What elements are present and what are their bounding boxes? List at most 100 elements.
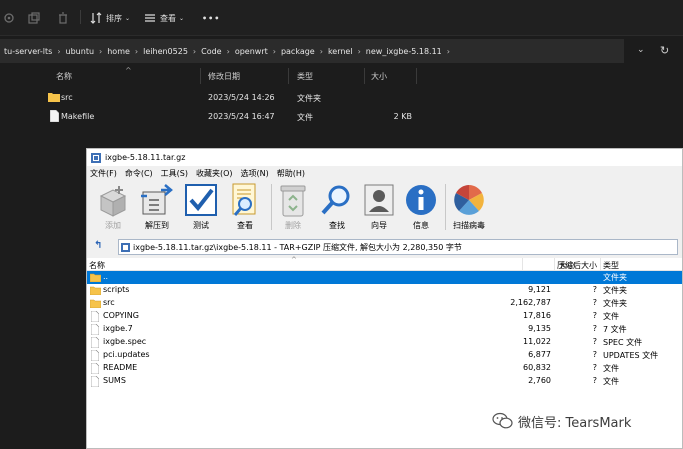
- archive-row[interactable]: COPYING 17,816? 文件: [87, 310, 682, 323]
- trash-icon[interactable]: [56, 10, 70, 26]
- share-icon[interactable]: [2, 10, 16, 26]
- archive-item-size: 2,760: [528, 376, 551, 385]
- info-button[interactable]: 信息: [401, 182, 441, 234]
- view-button[interactable]: 查看 ⌄: [143, 10, 184, 26]
- breadcrumb-separator-icon[interactable]: ›: [227, 47, 230, 56]
- extract-button[interactable]: 解压到: [137, 182, 177, 234]
- archive-row[interactable]: scripts 9,121? 文件夹: [87, 284, 682, 297]
- breadcrumb-item[interactable]: Code: [201, 47, 221, 56]
- column-divider[interactable]: [416, 68, 417, 84]
- test-icon: [185, 184, 217, 216]
- file-type: 文件: [297, 113, 313, 122]
- breadcrumb-item[interactable]: tu-server-lts: [4, 47, 52, 56]
- menu-item[interactable]: 收藏夹(O): [196, 168, 233, 179]
- breadcrumb-separator-icon[interactable]: ›: [193, 47, 196, 56]
- menu-item[interactable]: 命令(C): [125, 168, 153, 179]
- find-button[interactable]: 查找: [317, 182, 357, 234]
- archive-row[interactable]: README 60,832? 文件: [87, 362, 682, 375]
- refresh-icon[interactable]: ↻: [660, 44, 674, 58]
- explorer-column-header: 名称 修改日期 类型 大小: [0, 66, 683, 86]
- extract-label: 解压到: [145, 221, 169, 230]
- archive-path-field[interactable]: ixgbe-5.18.11.tar.gz\ixgbe-5.18.11 - TAR…: [118, 239, 678, 255]
- breadcrumb-item[interactable]: kernel: [328, 47, 353, 56]
- breadcrumb-separator-icon[interactable]: ›: [135, 47, 138, 56]
- copy-icon[interactable]: [27, 10, 41, 26]
- breadcrumb-item[interactable]: ubuntu: [66, 47, 95, 56]
- archive-row[interactable]: pci.updates 6,877? UPDATES 文件: [87, 349, 682, 362]
- column-divider[interactable]: [600, 258, 601, 271]
- column-header-name[interactable]: 名称: [89, 260, 105, 271]
- breadcrumb-separator-icon[interactable]: ›: [273, 47, 276, 56]
- info-icon: [406, 185, 436, 215]
- chevron-down-icon: ⌄: [125, 14, 131, 22]
- menu-item[interactable]: 选项(N): [241, 168, 269, 179]
- archive-item-size: 6,877: [528, 350, 551, 359]
- menu-item[interactable]: 帮助(H): [277, 168, 305, 179]
- test-button[interactable]: 测试: [181, 182, 221, 234]
- virus-scan-button[interactable]: 扫描病毒: [449, 182, 489, 234]
- breadcrumb-separator-icon[interactable]: ›: [358, 47, 361, 56]
- chevron-down-icon: ⌄: [179, 14, 185, 22]
- wizard-button[interactable]: 向导: [359, 182, 399, 234]
- up-folder-icon[interactable]: ↰: [94, 240, 106, 252]
- archive-item-size: 9,121: [528, 285, 551, 294]
- breadcrumb-item[interactable]: leihen0525: [143, 47, 188, 56]
- add-label: 添加: [105, 221, 121, 230]
- archive-row[interactable]: ixgbe.spec 11,022? SPEC 文件: [87, 336, 682, 349]
- column-divider[interactable]: [288, 68, 289, 84]
- column-header-packed[interactable]: 压缩后大小: [557, 260, 597, 271]
- archive-item-packed-size: ?: [592, 324, 597, 333]
- archive-row[interactable]: src 2,162,787? 文件夹: [87, 297, 682, 310]
- delete-button[interactable]: 删除: [273, 182, 313, 234]
- breadcrumb[interactable]: tu-server-lts › ubuntu › home › leihen0525 › Cod…: [0, 39, 624, 63]
- archive-item-name: pci.updates: [103, 350, 150, 359]
- column-header-type[interactable]: 类型: [603, 260, 619, 271]
- archive-item-size: 2,162,787: [510, 298, 551, 307]
- breadcrumb-item[interactable]: home: [107, 47, 130, 56]
- archive-item-name: COPYING: [103, 311, 139, 320]
- view-button[interactable]: 查看: [225, 182, 265, 234]
- info-label: 信息: [413, 221, 429, 230]
- breadcrumb-item[interactable]: new_ixgbe-5.18.11: [366, 47, 442, 56]
- column-header-name[interactable]: 名称: [56, 71, 72, 82]
- file-row[interactable]: Makefile 2023/5/24 16:47 文件 2 KB: [0, 108, 683, 126]
- menu-item[interactable]: 工具(S): [161, 168, 188, 179]
- menu-item[interactable]: 文件(F): [90, 168, 117, 179]
- breadcrumb-separator-icon[interactable]: ›: [447, 47, 450, 56]
- sort-button[interactable]: 排序 ⌄: [89, 10, 130, 26]
- archive-title-bar[interactable]: ixgbe-5.18.11.tar.gz: [87, 149, 682, 166]
- more-options-button[interactable]: •••: [202, 10, 220, 26]
- column-header-modified[interactable]: 修改日期: [208, 71, 240, 82]
- virus-scan-label: 扫描病毒: [453, 221, 485, 230]
- breadcrumb-separator-icon[interactable]: ›: [99, 47, 102, 56]
- breadcrumb-separator-icon[interactable]: ›: [57, 47, 60, 56]
- breadcrumb-item[interactable]: openwrt: [235, 47, 268, 56]
- file-row[interactable]: src 2023/5/24 14:26 文件夹: [0, 89, 683, 107]
- column-header-size[interactable]: 大小: [371, 71, 387, 82]
- view-label: 查看: [237, 221, 253, 230]
- archive-row[interactable]: SUMS 2,760? 文件: [87, 375, 682, 388]
- archive-item-type: 7 文件: [603, 325, 627, 334]
- explorer-address-bar: tu-server-lts › ubuntu › home › leihen0525 › Cod…: [0, 39, 683, 63]
- archive-row[interactable]: ixgbe.7 9,135? 7 文件: [87, 323, 682, 336]
- breadcrumb-separator-icon[interactable]: ›: [320, 47, 323, 56]
- column-divider[interactable]: [554, 258, 555, 271]
- archive-app-icon: [91, 152, 101, 163]
- add-icon: [99, 186, 127, 217]
- delete-label: 删除: [285, 221, 301, 230]
- breadcrumb-item[interactable]: package: [281, 47, 315, 56]
- archive-address-bar: ↰ ixgbe-5.18.11.tar.gz\ixgbe-5.18.11 - T…: [87, 237, 682, 257]
- sort-icon: [90, 12, 102, 24]
- chevron-down-icon[interactable]: ⌄: [637, 45, 649, 57]
- column-divider[interactable]: [522, 258, 523, 271]
- archive-row[interactable]: .. 文件夹: [87, 271, 682, 284]
- column-divider[interactable]: [364, 68, 365, 84]
- column-header-type[interactable]: 类型: [297, 71, 313, 82]
- extract-icon: [141, 184, 173, 215]
- file-size: 2 KB: [393, 112, 412, 121]
- column-divider[interactable]: [200, 68, 201, 84]
- archive-small-icon: [121, 242, 130, 252]
- find-label: 查找: [329, 221, 345, 230]
- file-modified: 2023/5/24 16:47: [208, 112, 275, 121]
- add-button[interactable]: 添加: [93, 182, 133, 234]
